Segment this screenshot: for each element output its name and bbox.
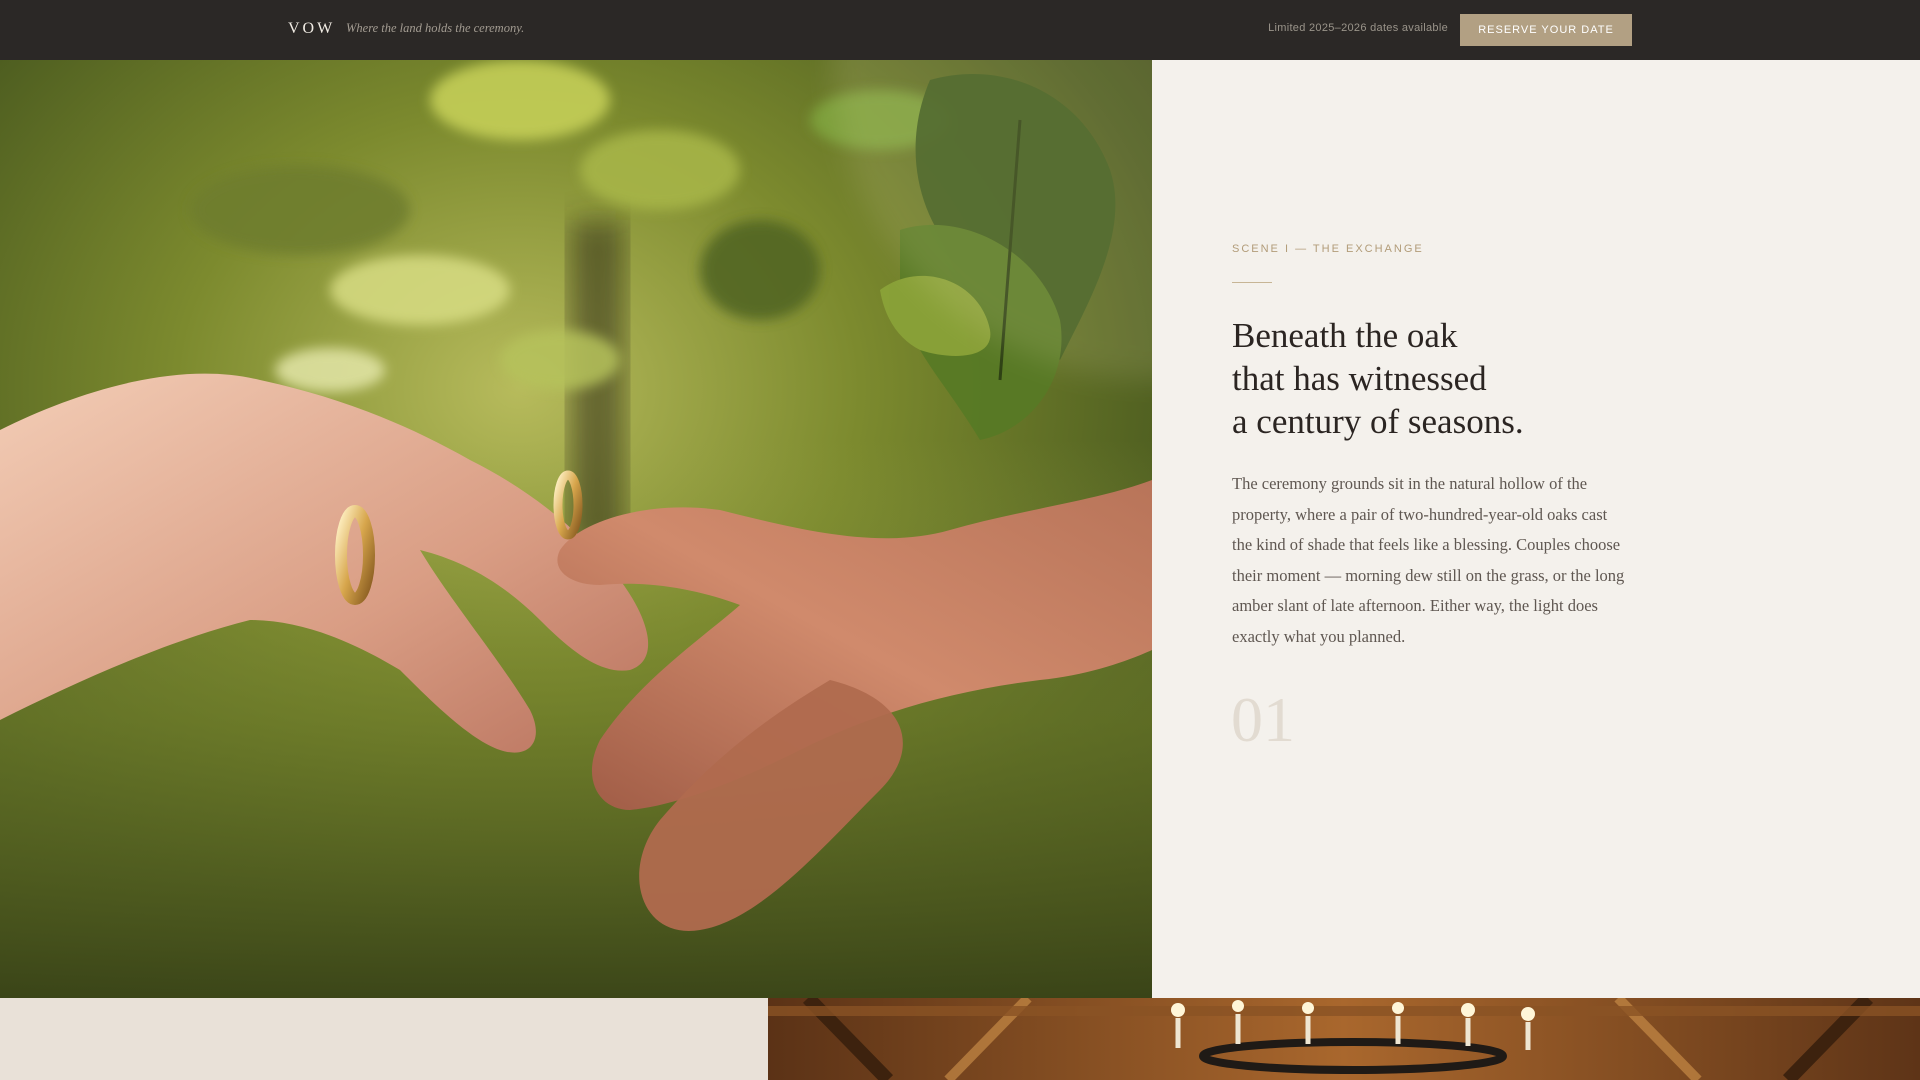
headline-line-2: that has witnessed [1232,359,1487,398]
availability-note: Limited 2025–2026 dates available [1268,22,1448,34]
scene-eyebrow: SCENE I — THE EXCHANGE [1232,243,1424,255]
hero-photo-hands-rings [0,60,1152,998]
brand-logo[interactable]: VOW [288,20,335,38]
next-section-text-block [0,998,768,1080]
scene-number: 01 [1231,684,1295,755]
scene-headline: Beneath the oak that has witnessed a cen… [1232,314,1652,443]
scene-text-panel: SCENE I — THE EXCHANGE Beneath the oak t… [1152,60,1920,998]
headline-line-1: Beneath the oak [1232,316,1458,355]
eyebrow-divider [1232,282,1272,283]
next-section-photo-barn-chandelier [768,998,1920,1080]
headline-line-3: a century of seasons. [1232,402,1524,441]
hands-rings-illustration [0,60,1152,998]
reserve-date-button[interactable]: RESERVE YOUR DATE [1460,14,1632,46]
scene-body-text: The ceremony grounds sit in the natural … [1232,474,1625,646]
top-navigation-bar: VOW Where the land holds the ceremony. L… [0,0,1920,60]
barn-chandelier-illustration [768,998,1920,1080]
brand-tagline: Where the land holds the ceremony. [346,21,525,35]
